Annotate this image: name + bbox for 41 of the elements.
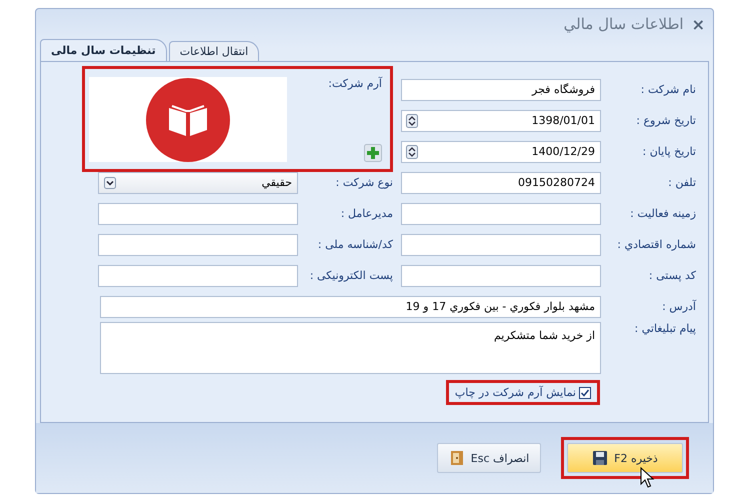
spin-icon[interactable] — [406, 114, 418, 128]
input-field[interactable] — [401, 264, 601, 286]
date-field[interactable]: 1398/01/01 — [401, 110, 601, 132]
field-label: کد/شناسه ملی : — [316, 238, 393, 251]
input-field[interactable]: فروشگاه فجر — [401, 78, 601, 100]
text-area[interactable]: از خرید شما متشکریم — [100, 322, 601, 374]
input-field[interactable] — [98, 234, 298, 256]
date-field[interactable]: 1400/12/29 — [401, 140, 601, 162]
field-label: پیام تبلیغاتي : — [634, 322, 696, 335]
field-label: نوع شرکت : — [334, 176, 393, 189]
field-label: شماره اقتصادي : — [616, 238, 696, 251]
input-field[interactable] — [401, 234, 601, 256]
cancel-button[interactable]: انصراف Esc — [437, 443, 541, 473]
field-label: تاریخ پایان : — [642, 145, 696, 158]
window-title: اطلاعات سال مالي — [564, 15, 684, 33]
field-label: زمینه فعالیت : — [629, 207, 696, 220]
field-label: نام شرکت : — [640, 83, 696, 96]
field-label: آرم شرکت: — [327, 77, 382, 90]
field-label: تلفن : — [667, 176, 696, 189]
spin-icon[interactable] — [406, 144, 418, 158]
input-field[interactable]: 09150280724 — [401, 172, 601, 194]
field-label: مدیرعامل : — [340, 207, 393, 220]
caret-icon[interactable] — [104, 176, 116, 188]
tab[interactable]: تنظیمات سال مالی — [40, 39, 167, 61]
input-field[interactable]: مشهد بلوار فکوري - بين فکوري 17 و 19 — [100, 296, 601, 318]
checkbox-label[interactable]: نمایش آرم شرکت در چاپ — [454, 386, 576, 399]
field-label: آدرس : — [661, 300, 696, 313]
tab[interactable]: انتقال اطلاعات — [168, 41, 260, 61]
dropdown[interactable]: حقیقي — [98, 172, 298, 194]
input-field[interactable] — [98, 202, 298, 224]
input-field[interactable] — [98, 264, 298, 286]
cursor-icon — [640, 467, 656, 489]
save-button[interactable]: ذخیره F2 — [567, 443, 683, 473]
field-label: کد پستی : — [648, 269, 696, 282]
field-label: پست الکترونیکی : — [308, 269, 393, 282]
door-icon — [448, 450, 465, 466]
add-icon[interactable] — [364, 144, 382, 162]
input-field[interactable] — [401, 202, 601, 224]
close-icon[interactable]: × — [692, 14, 705, 34]
field-label: تاریخ شروع : — [635, 114, 696, 127]
checkbox[interactable] — [579, 386, 591, 398]
